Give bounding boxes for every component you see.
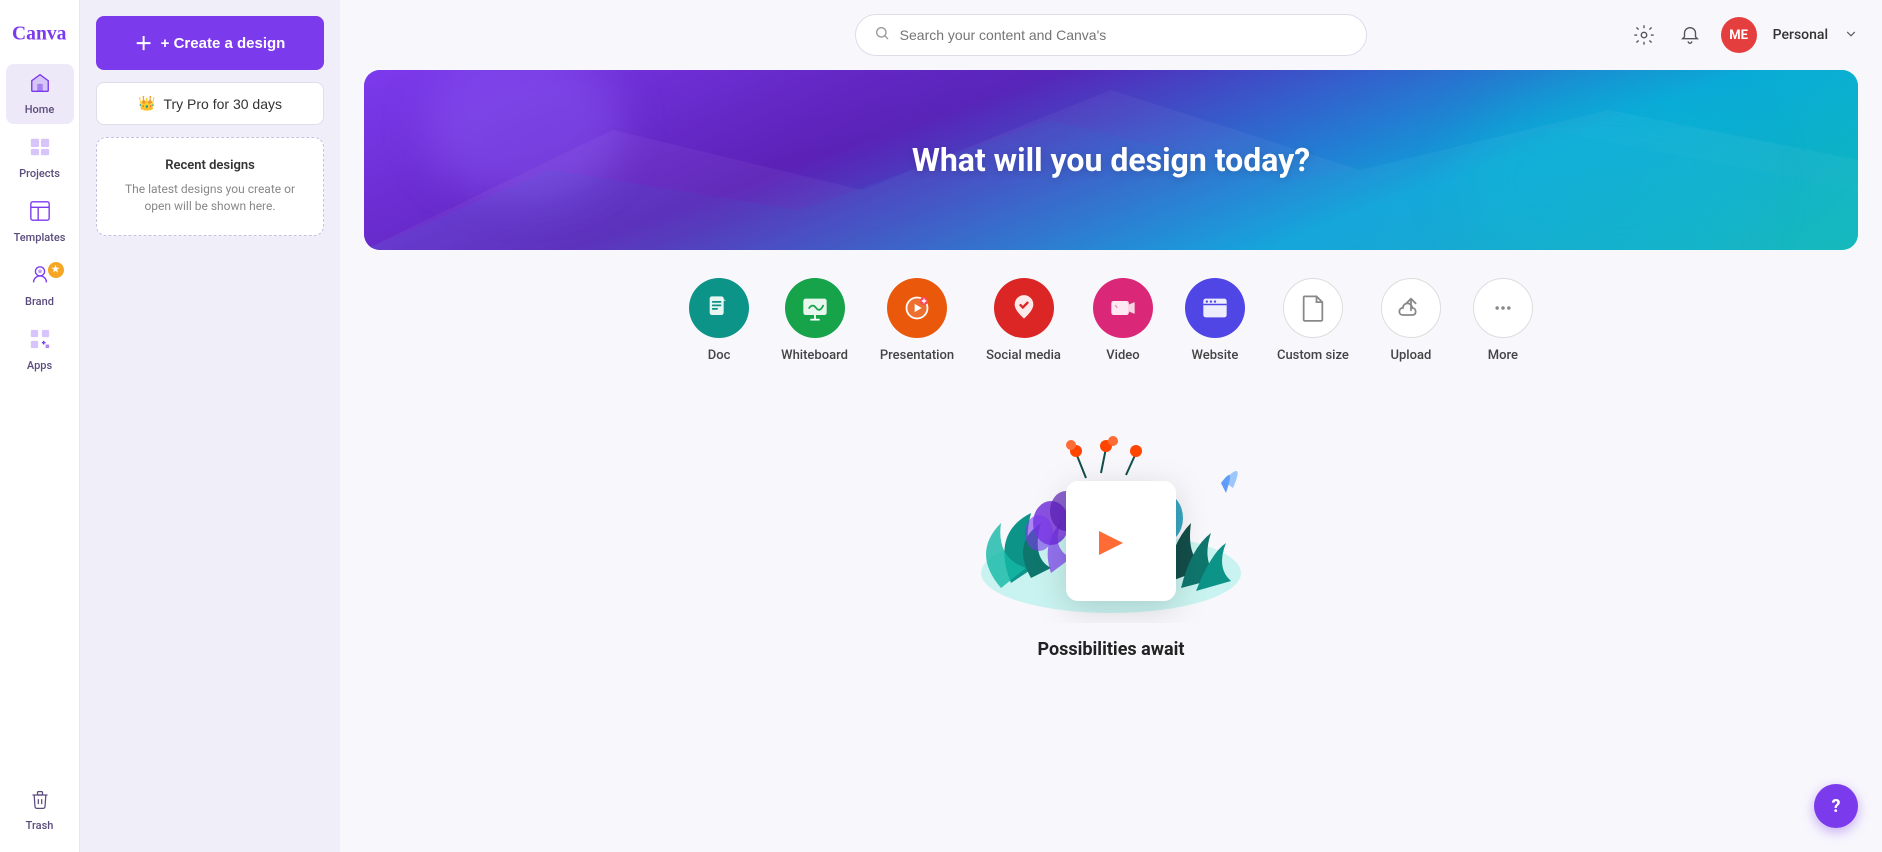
trash-label: Trash [26, 819, 54, 832]
try-pro-label: Try Pro for 30 days [163, 96, 282, 112]
sidebar-item-label-templates: Templates [14, 231, 66, 244]
projects-icon [29, 136, 51, 163]
social-label: Social media [986, 348, 1061, 363]
design-type-custom[interactable]: Custom size [1277, 278, 1349, 363]
more-label: More [1488, 348, 1518, 363]
avatar-initials: ME [1729, 28, 1748, 43]
video-label: Video [1106, 348, 1139, 363]
more-icon [1473, 278, 1533, 338]
whiteboard-icon [785, 278, 845, 338]
plus-icon: ＋ [135, 30, 153, 56]
create-button-label: + Create a design [161, 35, 286, 52]
chevron-down-icon[interactable] [1844, 27, 1858, 44]
illustration-svg [951, 403, 1271, 623]
main-content: ME Personal What will you design today? [340, 0, 1882, 852]
upload-icon [1381, 278, 1441, 338]
presentation-label: Presentation [880, 348, 954, 363]
trash-icon [30, 790, 50, 815]
video-icon [1093, 278, 1153, 338]
upload-label: Upload [1390, 348, 1431, 363]
design-type-presentation[interactable]: Presentation [880, 278, 954, 363]
recent-designs-card: Recent designs The latest designs you cr… [96, 137, 324, 236]
design-type-video[interactable]: Video [1093, 278, 1153, 363]
header: ME Personal [340, 0, 1882, 70]
avatar[interactable]: ME [1721, 17, 1757, 53]
sidebar-item-projects[interactable]: Projects [6, 128, 74, 188]
user-name[interactable]: Personal [1773, 27, 1828, 43]
illustration-container [951, 403, 1271, 623]
home-icon [29, 72, 51, 99]
sidebar-item-brand[interactable]: ★ Brand [6, 256, 74, 316]
left-panel: ＋ + Create a design 👑 Try Pro for 30 day… [80, 0, 340, 852]
sidebar-item-label-home: Home [25, 103, 55, 116]
svg-text:Canva: Canva [12, 23, 67, 44]
custom-label: Custom size [1277, 348, 1349, 363]
try-pro-button[interactable]: 👑 Try Pro for 30 days [96, 82, 324, 125]
canva-logo[interactable]: Canva [10, 12, 70, 52]
crown-icon: 👑 [138, 95, 155, 112]
presentation-icon [887, 278, 947, 338]
illustration-area: Possibilities await [340, 383, 1882, 690]
design-type-website[interactable]: Website [1185, 278, 1245, 363]
whiteboard-label: Whiteboard [781, 348, 848, 363]
recent-designs-description: The latest designs you create or open wi… [117, 181, 303, 215]
design-type-upload[interactable]: Upload [1381, 278, 1441, 363]
search-input[interactable] [900, 27, 1349, 43]
sidebar-item-templates[interactable]: Templates [6, 192, 74, 252]
search-icon [874, 25, 890, 45]
settings-button[interactable] [1629, 20, 1659, 50]
custom-icon [1283, 278, 1343, 338]
help-button[interactable]: ? [1814, 784, 1858, 828]
brand-badge: ★ [48, 262, 64, 278]
sidebar-item-apps[interactable]: Apps [6, 320, 74, 380]
sidebar-item-label-projects: Projects [19, 167, 60, 180]
doc-icon [689, 278, 749, 338]
templates-icon [29, 200, 51, 227]
help-label: ? [1832, 796, 1841, 817]
sidebar-item-home[interactable]: Home [6, 64, 74, 124]
social-icon [994, 278, 1054, 338]
sidebar-item-label-brand: Brand [25, 295, 54, 308]
recent-designs-title: Recent designs [117, 158, 303, 173]
doc-label: Doc [708, 348, 731, 363]
design-type-doc[interactable]: Doc [689, 278, 749, 363]
notifications-button[interactable] [1675, 20, 1705, 50]
sidebar-item-trash[interactable]: Trash [6, 782, 74, 840]
search-bar[interactable] [855, 14, 1368, 56]
website-label: Website [1192, 348, 1239, 363]
sidebar: Canva Home Projects [0, 0, 80, 852]
hero-title: What will you design today? [912, 141, 1310, 179]
design-type-social[interactable]: Social media [986, 278, 1061, 363]
hero-banner: What will you design today? [364, 70, 1858, 250]
design-type-whiteboard[interactable]: Whiteboard [781, 278, 848, 363]
apps-icon [29, 328, 51, 355]
design-types: Doc Whiteboard [340, 250, 1882, 383]
design-type-more[interactable]: More [1473, 278, 1533, 363]
create-design-button[interactable]: ＋ + Create a design [96, 16, 324, 70]
website-icon [1185, 278, 1245, 338]
header-actions: ME Personal [1629, 17, 1858, 53]
possibilities-title: Possibilities await [1038, 639, 1185, 660]
sidebar-item-label-apps: Apps [27, 359, 52, 372]
